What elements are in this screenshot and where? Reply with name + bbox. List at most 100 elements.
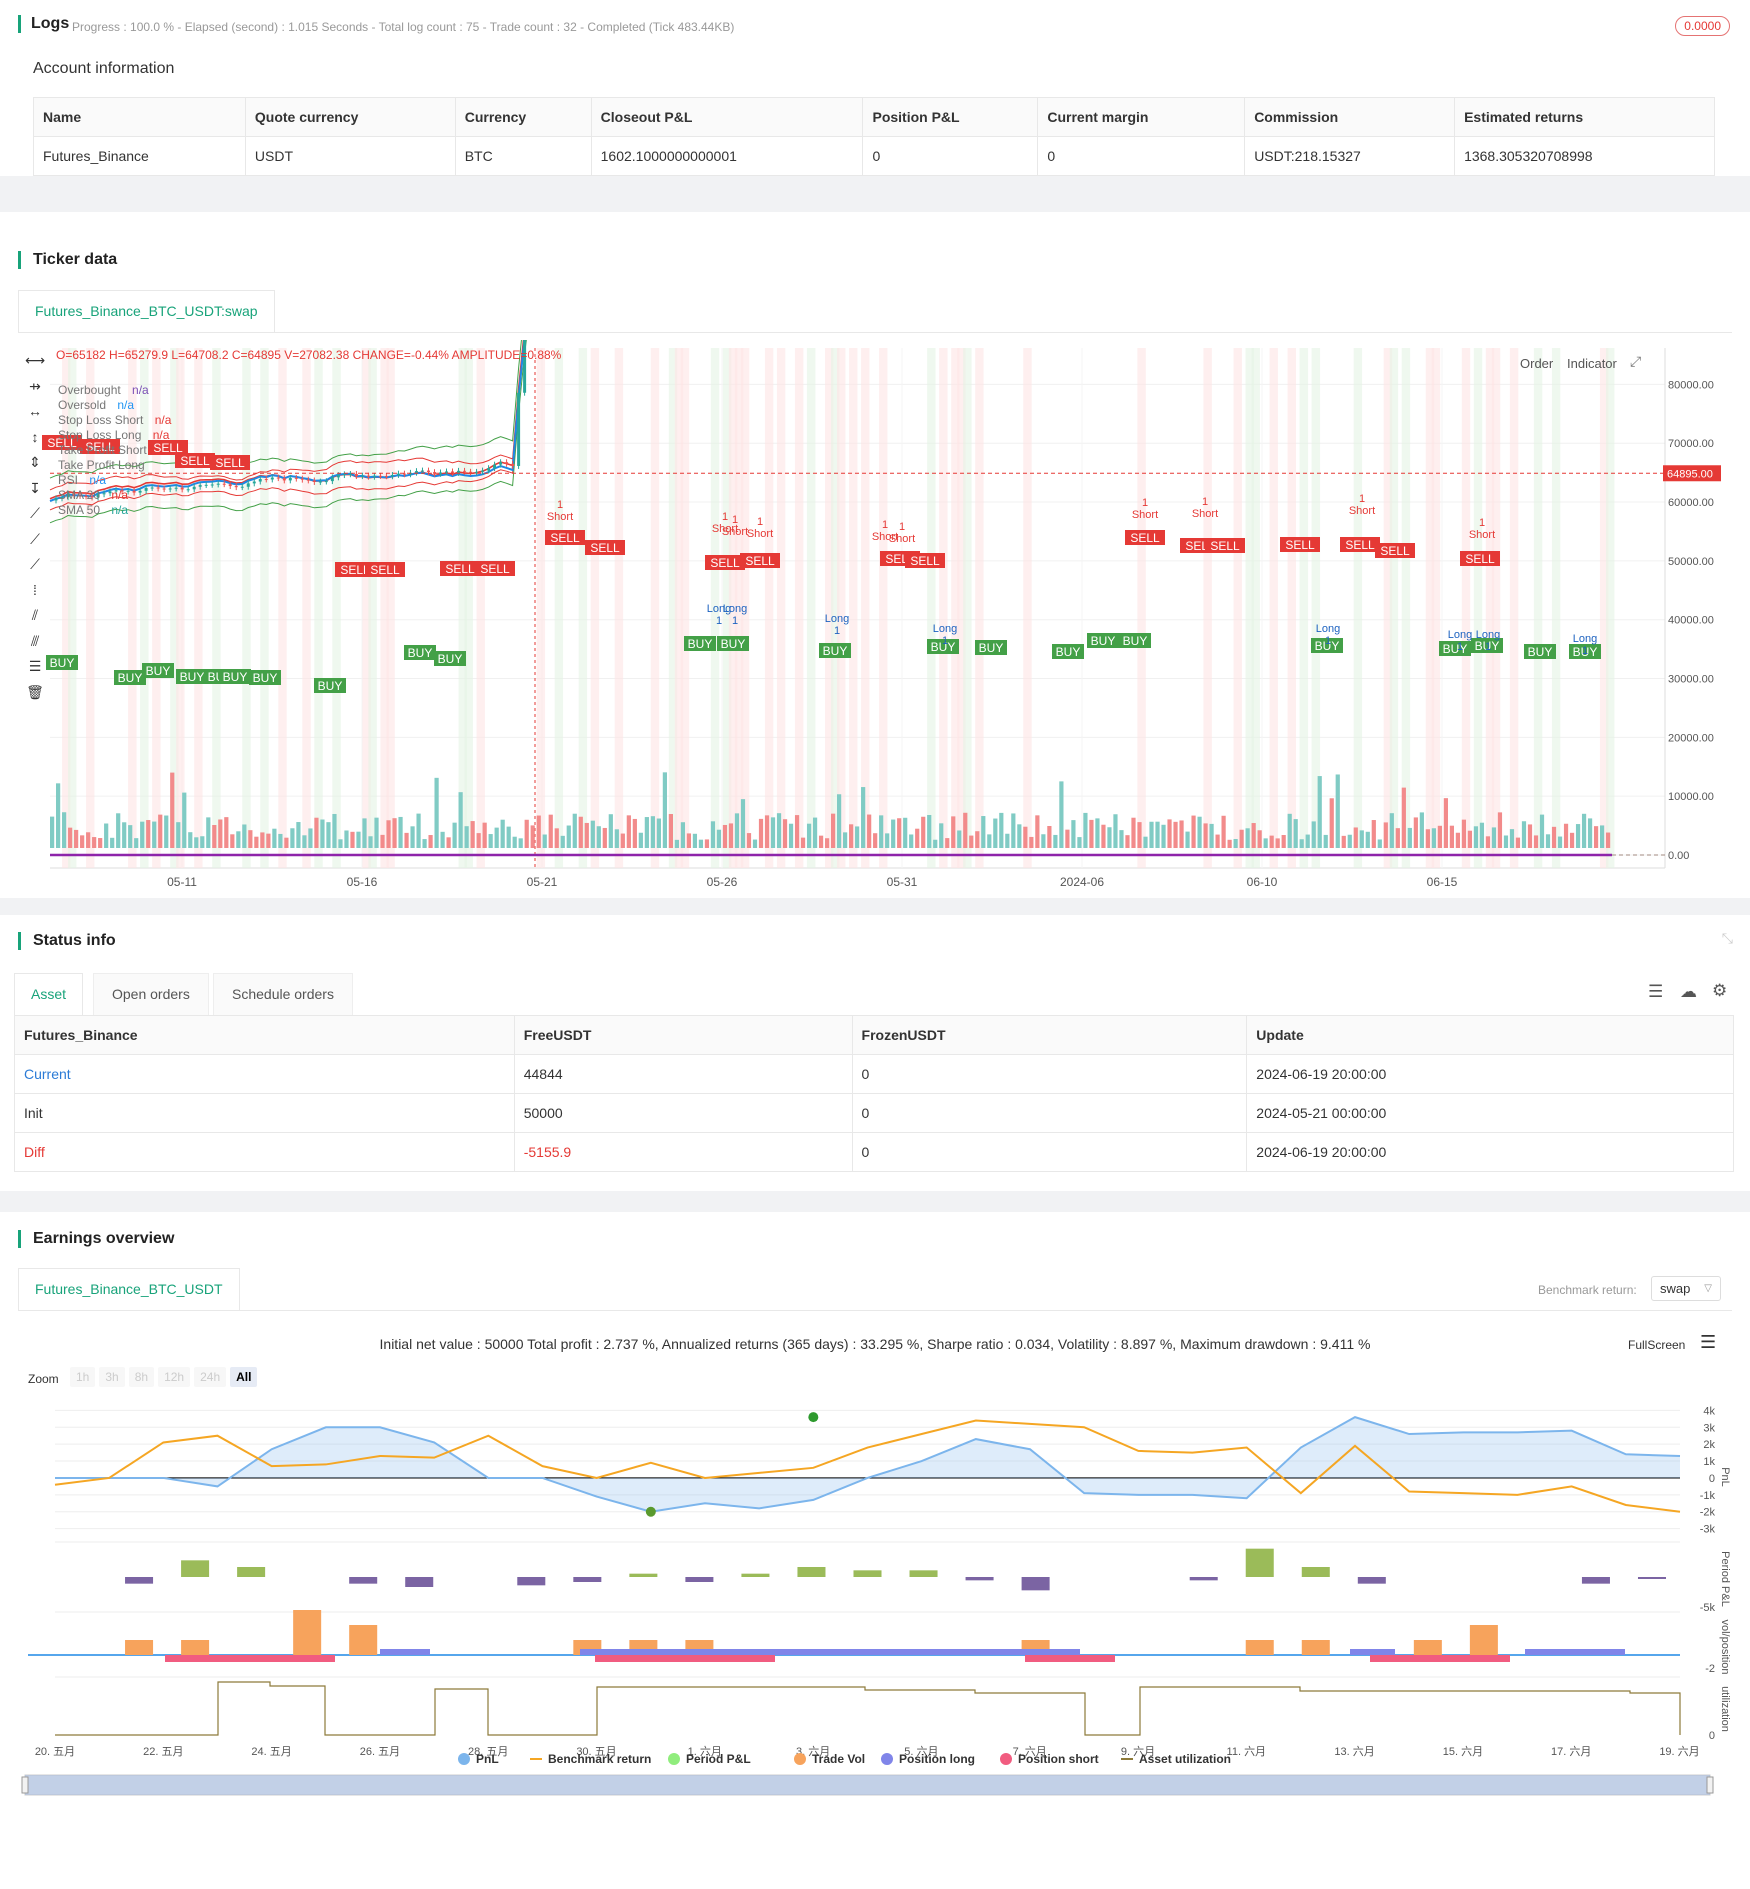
volume-bar — [903, 817, 908, 848]
volume-bar — [584, 822, 589, 848]
rsi-band — [927, 348, 936, 868]
fib-icon[interactable]: ⫻ — [25, 633, 45, 650]
tab-earnings-symbol[interactable]: Futures_Binance_BTC_USDT — [18, 1268, 240, 1310]
volume-bar — [740, 799, 746, 848]
period-pnl-bar — [349, 1577, 378, 1584]
legend-item[interactable]: Stop Loss Short n/a — [58, 413, 171, 428]
vertical-line-icon[interactable]: ↕ — [25, 429, 45, 445]
legend-item[interactable]: Take Profit Short — [58, 443, 171, 458]
legend-item[interactable]: Overbought n/a — [58, 383, 171, 398]
horizontal-ray-icon[interactable]: ⇸ — [25, 378, 45, 395]
legend-item[interactable]: RSI n/a — [58, 473, 171, 488]
menu-icon[interactable]: ☰ — [1700, 1332, 1716, 1353]
trend-line-icon[interactable]: ⟋ — [25, 505, 45, 522]
pnl-y-tick: -2k — [1700, 1507, 1716, 1519]
vertical-ray-icon[interactable]: ↧ — [25, 480, 45, 497]
candle-body — [318, 481, 322, 483]
short-label: Short — [1469, 529, 1495, 541]
expand-icon[interactable]: ⤢ — [1630, 353, 1641, 370]
short-label: Short — [889, 533, 915, 545]
horizontal-line-icon[interactable]: ⟷ — [25, 352, 45, 369]
sell-marker-label: SELL — [1380, 544, 1410, 558]
volume-bar — [368, 836, 373, 848]
volume-bar — [548, 814, 553, 848]
volume-bar — [560, 835, 565, 848]
volume-bar — [332, 813, 337, 848]
volume-bar — [350, 831, 355, 848]
extended-line-icon[interactable]: ↔ — [25, 403, 45, 419]
candle-body — [481, 470, 485, 472]
ray-icon[interactable]: ⟋ — [25, 531, 45, 548]
legend-item[interactable]: Oversold n/a — [58, 398, 171, 413]
pnl-y-tick: 1k — [1703, 1456, 1715, 1468]
gear-icon[interactable]: ⚙ — [1712, 981, 1727, 1001]
volume-bar — [1593, 826, 1599, 848]
y-tick-label: 80000.00 — [1668, 379, 1714, 391]
order-button[interactable]: Order — [1520, 356, 1553, 371]
legend-item[interactable]: Stop Loss Long n/a — [58, 428, 171, 443]
zoom-1h-button[interactable]: 1h — [70, 1367, 96, 1387]
parallel-channel-icon[interactable]: ⫽ — [25, 607, 45, 624]
volume-bar — [278, 833, 283, 848]
zoom-All-button[interactable]: All — [230, 1367, 258, 1387]
volume-bar — [326, 822, 331, 848]
zoom-8h-button[interactable]: 8h — [128, 1367, 155, 1387]
volume-bar — [50, 816, 55, 848]
volume-bar — [770, 817, 776, 848]
volume-bar — [788, 823, 794, 848]
volume-bar — [710, 821, 716, 848]
trash-icon[interactable]: 🗑 — [25, 684, 45, 701]
tab-open-orders[interactable]: Open orders — [93, 973, 209, 1015]
candle-body — [180, 487, 184, 490]
rsi-band — [806, 348, 816, 868]
ticker-panel: Ticker data Futures_Binance_BTC_USDT:swa… — [0, 212, 1750, 898]
indicator-button[interactable]: Indicator — [1567, 356, 1617, 371]
volume-bar — [1551, 826, 1557, 848]
legend-item[interactable]: SMA 20 n/a — [58, 488, 171, 503]
volume-bar — [951, 816, 956, 848]
legend-item[interactable]: SMA 50 n/a — [58, 503, 171, 518]
earnings-chart[interactable]: 4k 3k 2k 1k 0 -1k -2k -3k -5k -2 0 20. 五月 22. 五月 24. … — [0, 1397, 1750, 1857]
ruler-icon[interactable]: ☰ — [25, 658, 45, 675]
candle-body — [342, 474, 346, 476]
price-range-icon[interactable]: ⁞ — [25, 582, 45, 598]
vol-y-tick: -2 — [1705, 1663, 1715, 1675]
benchmark-select[interactable]: swap ▽ — [1651, 1276, 1721, 1301]
sell-marker-label: SELL — [1130, 531, 1160, 545]
period-pnl-bar — [1581, 1577, 1610, 1584]
volume-bar — [728, 823, 734, 848]
volume-bar — [392, 818, 397, 848]
fullscreen-button[interactable]: FullScreen — [1628, 1338, 1685, 1352]
buy-marker-label: BUY — [1091, 634, 1116, 648]
segment-icon[interactable]: ⟋ — [25, 556, 45, 573]
logs-panel: Logs Progress : 100.0 % - Elapsed (secon… — [0, 0, 1750, 176]
tab-asset[interactable]: Asset — [14, 973, 84, 1015]
candlestick-chart[interactable]: 80000.00 70000.00 60000.00 50000.00 40000.00… — [0, 340, 1750, 896]
volume-bar — [1083, 812, 1088, 848]
zoom-12h-button[interactable]: 12h — [158, 1367, 191, 1387]
asset-cell: 2024-06-19 20:00:00 — [1246, 1054, 1734, 1094]
vertical-segment-icon[interactable]: ⇕ — [25, 454, 45, 471]
tab-schedule-orders[interactable]: Schedule orders — [213, 973, 353, 1015]
volume-bar — [68, 827, 73, 848]
volume-bar — [1023, 826, 1028, 848]
list-icon[interactable]: ☰ — [1648, 982, 1663, 1002]
legend-item[interactable]: Take Profit Long — [58, 458, 171, 473]
rsi-band — [776, 348, 786, 868]
volume-bar — [1143, 836, 1148, 848]
cloud-download-icon[interactable]: ☁ — [1680, 982, 1697, 1002]
utilization-line — [55, 1681, 1681, 1736]
volume-bar — [993, 818, 998, 848]
period-y-tick: -5k — [1700, 1602, 1716, 1614]
zoom-3h-button[interactable]: 3h — [99, 1367, 125, 1387]
status-close-icon[interactable]: ⤡ — [1722, 930, 1733, 947]
period-pnl-bar — [181, 1560, 210, 1577]
period-pnl-bar — [237, 1567, 266, 1577]
zoom-24h-button[interactable]: 24h — [194, 1367, 227, 1387]
volume-bar — [614, 829, 619, 848]
volume-bar — [464, 826, 469, 848]
tab-ticker-symbol[interactable]: Futures_Binance_BTC_USDT:swap — [18, 290, 275, 332]
logs-badge[interactable]: 0.0000 — [1675, 16, 1730, 36]
candle-body — [330, 477, 334, 482]
legend-label: Stop Loss Short — [58, 413, 144, 427]
